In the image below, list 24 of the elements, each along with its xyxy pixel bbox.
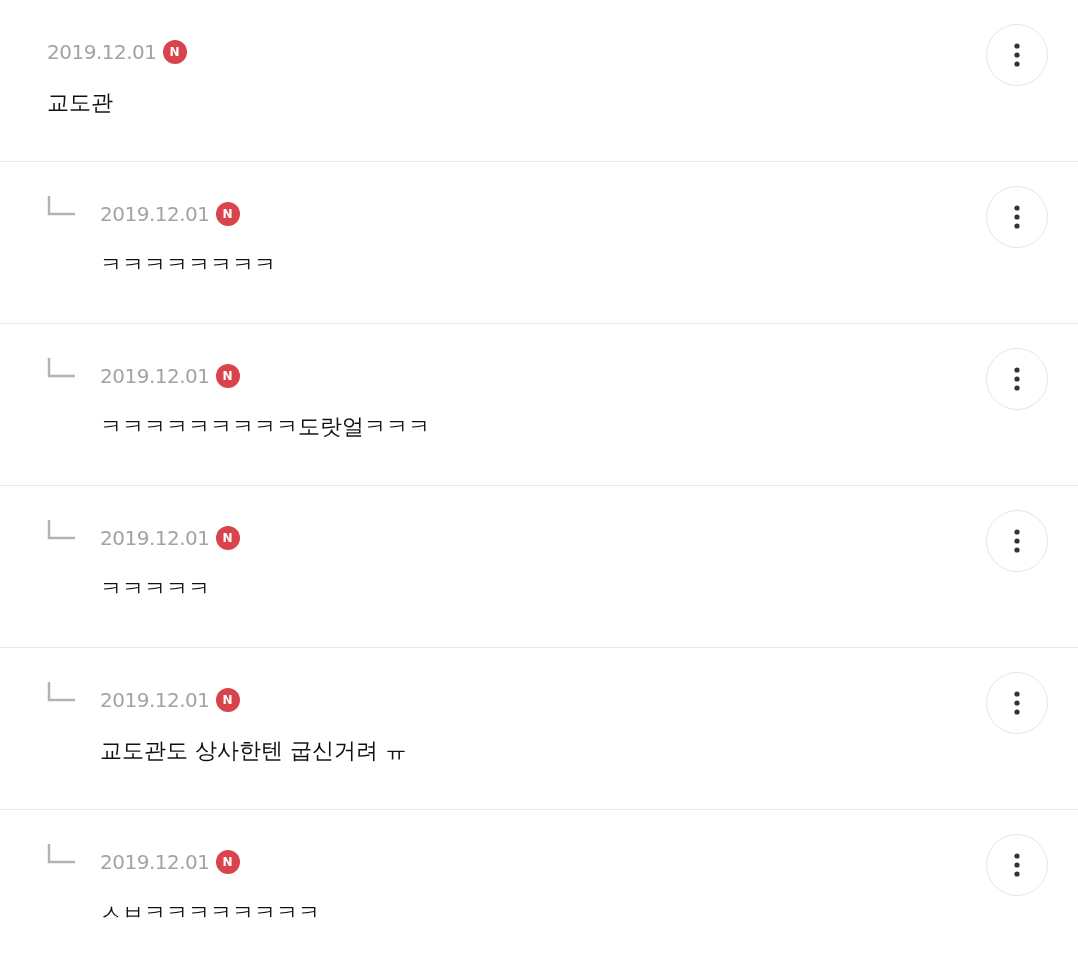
comment-text: ㅋㅋㅋㅋㅋㅋㅋㅋㅋ도랏얼ㅋㅋㅋ: [100, 413, 431, 441]
comment-text: 교도관도 상사한텐 굽신거려 ㅠ: [100, 737, 408, 765]
new-badge: N: [215, 850, 240, 874]
comment-date: 2019.12.01: [100, 850, 210, 874]
new-badge: N: [215, 526, 240, 550]
more-icon: [1014, 43, 1020, 67]
new-badge: N: [215, 202, 240, 226]
comment-text: ㅋㅋㅋㅋㅋㅋㅋㅋ: [100, 251, 277, 279]
more-icon: [1014, 367, 1020, 391]
new-badge: N: [215, 364, 240, 388]
comment-text: ㅅㅂㅋㅋㅋㅋㅋㅋㅋㅋ: [100, 899, 321, 927]
more-icon: [1014, 691, 1020, 715]
comment-date: 2019.12.01: [47, 40, 157, 64]
more-icon: [1014, 205, 1020, 229]
more-icon: [1014, 853, 1020, 877]
new-badge: N: [162, 40, 187, 64]
comment-date: 2019.12.01: [100, 364, 210, 388]
comment-text: 교도관: [47, 89, 114, 117]
new-badge: N: [215, 688, 240, 712]
comment-date: 2019.12.01: [100, 526, 210, 550]
comment-date: 2019.12.01: [100, 202, 210, 226]
more-icon: [1014, 529, 1020, 553]
comment-text: ㅋㅋㅋㅋㅋ: [100, 575, 211, 603]
comment-date: 2019.12.01: [100, 688, 210, 712]
